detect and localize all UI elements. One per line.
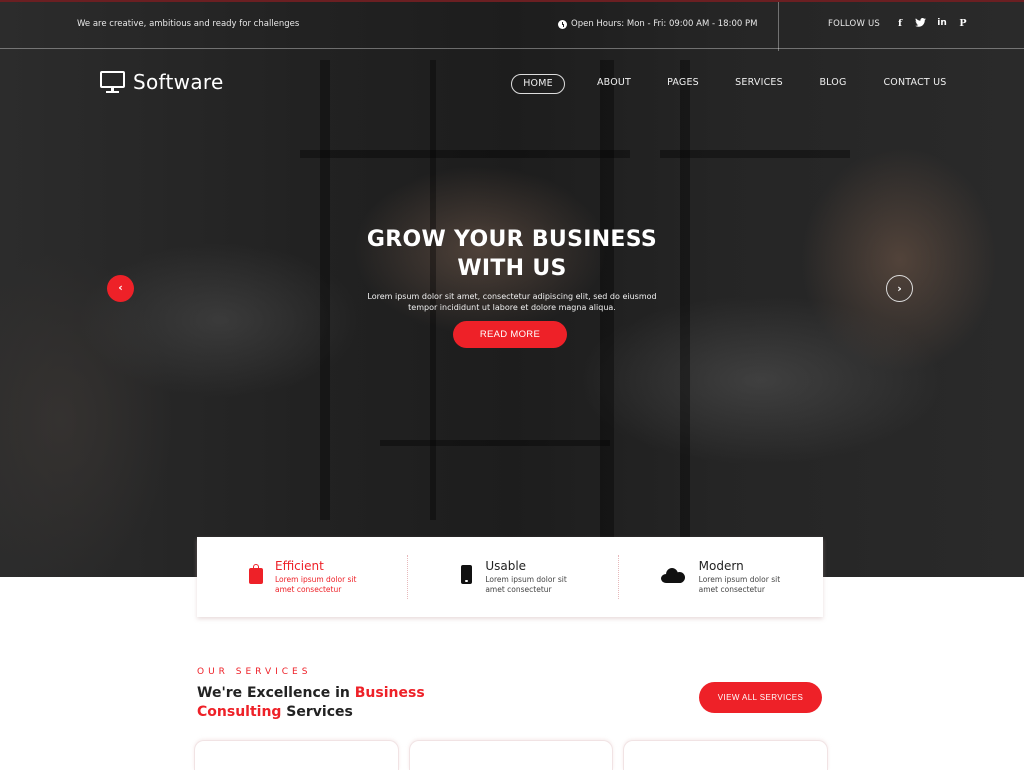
background-window-frame (300, 150, 630, 158)
heading-text: Services (281, 704, 353, 720)
slider-next-button[interactable]: › (886, 275, 913, 302)
background-window-frame (660, 150, 850, 158)
nav-about[interactable]: ABOUT (592, 74, 636, 94)
view-all-services-button[interactable]: VIEW ALL SERVICES (699, 682, 822, 713)
services-heading: We're Excellence in Business Consulting … (197, 684, 425, 722)
hero-caption: GROW YOUR BUSINESS WITH US Lorem ipsum d… (312, 225, 712, 313)
cloud-icon (660, 567, 685, 583)
hero-title-line-1: GROW YOUR BUSINESS (366, 227, 658, 252)
nav-home[interactable]: HOME (511, 74, 565, 94)
feature-text: Lorem ipsum dolor sit amet consectetur (698, 575, 781, 594)
read-more-button[interactable]: READ MORE (453, 321, 567, 348)
feature-item: Modern Lorem ipsum dolor sit amet consec… (617, 537, 823, 617)
service-cards (194, 740, 829, 770)
services-section: OUR SERVICES We're Excellence in Busines… (197, 667, 425, 722)
main-nav: HOME ABOUT PAGES SERVICES BLOG CONTACT U… (0, 74, 1024, 94)
heading-highlight: Business (354, 685, 425, 701)
chevron-right-icon: › (897, 282, 902, 295)
features-bar: Efficient Lorem ipsum dolor sit amet con… (197, 537, 823, 617)
facebook-icon[interactable]: f (894, 18, 906, 29)
heading-highlight: Consulting (197, 704, 282, 720)
feature-item: Efficient Lorem ipsum dolor sit amet con… (197, 537, 407, 617)
divider (778, 2, 779, 51)
feature-item: Usable Lorem ipsum dolor sit amet consec… (407, 537, 617, 617)
hero-text: Lorem ipsum dolor sit amet, consectetur … (367, 292, 657, 312)
background-window-frame (380, 440, 610, 446)
service-card[interactable] (408, 740, 614, 770)
feature-text: Lorem ipsum dolor sit amet consectetur (485, 575, 567, 594)
nav-services[interactable]: SERVICES (730, 74, 788, 94)
feature-title: Usable (485, 559, 527, 573)
tagline: We are creative, ambitious and ready for… (77, 19, 300, 29)
slider-prev-button[interactable]: ‹ (107, 275, 134, 302)
twitter-icon[interactable] (914, 18, 926, 30)
clock-icon (558, 19, 567, 29)
nav-blog[interactable]: BLOG (815, 74, 851, 94)
top-bar: We are creative, ambitious and ready for… (0, 0, 1024, 51)
nav-pages[interactable]: PAGES (662, 74, 704, 94)
linkedin-icon[interactable]: in (936, 18, 948, 28)
hero-title-line-2: WITH US (457, 256, 567, 281)
pinterest-icon[interactable]: P (957, 18, 969, 29)
chevron-left-icon: ‹ (118, 281, 123, 294)
hero-title: GROW YOUR BUSINESS WITH US (312, 225, 712, 283)
heading-text: We're Excellence in (197, 685, 355, 701)
open-hours-text: Open Hours: Mon - Fri: 09:00 AM - 18:00 … (571, 19, 758, 29)
shopping-bag-icon (249, 564, 263, 584)
feature-text: Lorem ipsum dolor sit amet consectetur (275, 575, 357, 594)
service-card[interactable] (623, 740, 829, 770)
section-kicker: OUR SERVICES (197, 667, 312, 677)
feature-title: Modern (698, 559, 744, 573)
feature-title: Efficient (275, 559, 324, 573)
mobile-phone-icon (461, 565, 473, 584)
open-hours: Open Hours: Mon - Fri: 09:00 AM - 18:00 … (558, 19, 757, 29)
service-card[interactable] (194, 740, 399, 770)
follow-us-label: FOLLOW US (828, 19, 880, 29)
nav-contact-us[interactable]: CONTACT US (878, 74, 952, 94)
